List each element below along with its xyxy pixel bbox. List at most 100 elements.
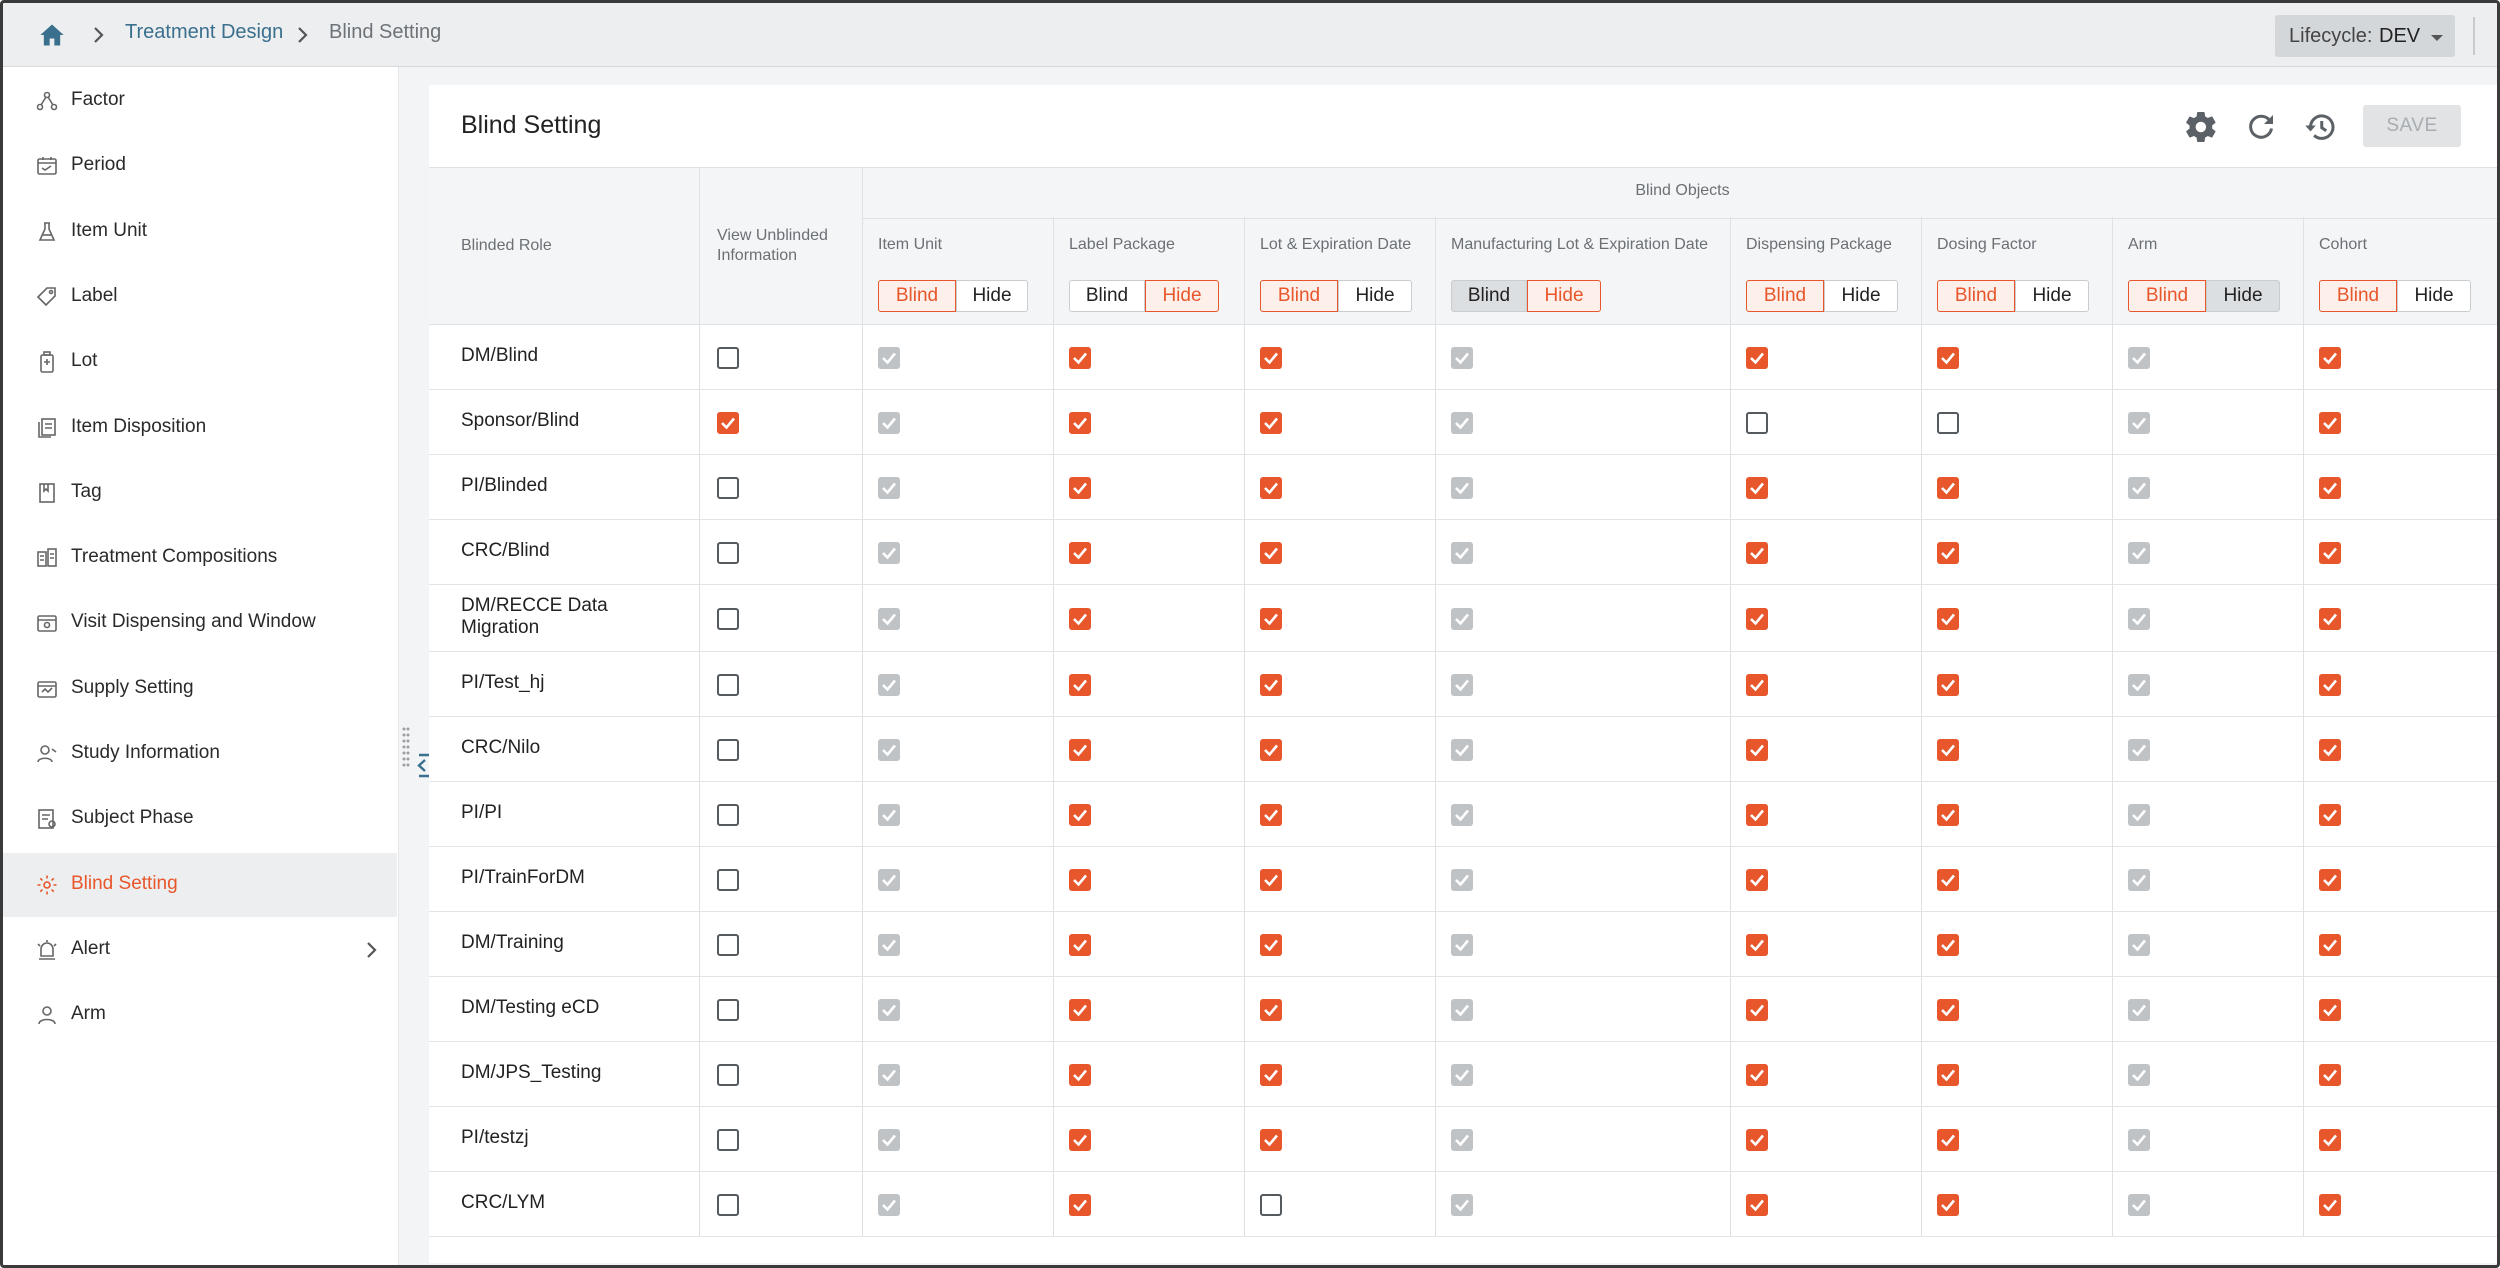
sidebar-item-arm[interactable]: Arm [3, 983, 397, 1047]
checkbox[interactable] [2319, 346, 2341, 369]
checkbox[interactable] [1937, 541, 1959, 564]
checkbox[interactable] [1746, 738, 1768, 761]
checkbox[interactable] [1069, 1063, 1091, 1086]
breadcrumb-treatment-design[interactable]: Treatment Design [125, 21, 283, 44]
checkbox[interactable] [1746, 411, 1768, 434]
checkbox[interactable] [2319, 673, 2341, 696]
checkbox[interactable] [1069, 738, 1091, 761]
checkbox[interactable] [1746, 541, 1768, 564]
refresh-icon[interactable] [2243, 109, 2279, 145]
checkbox[interactable] [1937, 1128, 1959, 1151]
checkbox[interactable] [2319, 476, 2341, 499]
settings-icon[interactable] [2183, 109, 2219, 145]
checkbox[interactable] [1937, 738, 1959, 761]
checkbox[interactable] [1260, 476, 1282, 499]
checkbox[interactable] [717, 1193, 739, 1216]
checkbox[interactable] [1746, 607, 1768, 630]
sidebar-item-alert[interactable]: Alert [3, 918, 397, 982]
checkbox[interactable] [2319, 933, 2341, 956]
blind-toggle-option[interactable]: Blind [2128, 280, 2206, 312]
checkbox[interactable] [1069, 607, 1091, 630]
checkbox[interactable] [1260, 738, 1282, 761]
checkbox[interactable] [717, 803, 739, 826]
sidebar-item-subject-phase[interactable]: Subject Phase [3, 787, 397, 851]
checkbox[interactable] [1746, 868, 1768, 891]
checkbox[interactable] [717, 1063, 739, 1086]
blind-toggle-option[interactable]: Blind [1260, 280, 1338, 312]
checkbox[interactable] [1937, 476, 1959, 499]
sidebar-item-blind-setting[interactable]: Blind Setting [3, 852, 397, 917]
checkbox[interactable] [717, 933, 739, 956]
sidebar-item-label[interactable]: Label [3, 265, 397, 329]
home-icon[interactable] [37, 21, 67, 49]
blind-toggle-option[interactable]: Blind [1937, 280, 2015, 312]
checkbox[interactable] [1937, 998, 1959, 1021]
hide-toggle-option[interactable]: Hide [1824, 280, 1898, 312]
checkbox[interactable] [1746, 476, 1768, 499]
checkbox[interactable] [1069, 541, 1091, 564]
checkbox[interactable] [2319, 868, 2341, 891]
checkbox[interactable] [717, 998, 739, 1021]
checkbox[interactable] [1260, 868, 1282, 891]
checkbox[interactable] [717, 673, 739, 696]
checkbox[interactable] [2319, 411, 2341, 434]
checkbox[interactable] [717, 1128, 739, 1151]
blind-toggle-option[interactable]: Blind [1746, 280, 1824, 312]
sidebar-item-item-disposition[interactable]: Item Disposition [3, 396, 397, 460]
sidebar-item-supply-setting[interactable]: Supply Setting [3, 657, 397, 721]
checkbox[interactable] [2319, 1128, 2341, 1151]
blind-toggle-option[interactable]: Blind [2319, 280, 2397, 312]
hide-toggle-option[interactable]: Hide [1338, 280, 1412, 312]
checkbox[interactable] [1746, 1063, 1768, 1086]
checkbox[interactable] [717, 411, 739, 434]
resize-handle[interactable] [401, 725, 411, 771]
checkbox[interactable] [1937, 1193, 1959, 1216]
checkbox[interactable] [1746, 346, 1768, 369]
checkbox[interactable] [1069, 1128, 1091, 1151]
checkbox[interactable] [1937, 607, 1959, 630]
checkbox[interactable] [1746, 933, 1768, 956]
checkbox[interactable] [2319, 1193, 2341, 1216]
checkbox[interactable] [2319, 803, 2341, 826]
checkbox[interactable] [1937, 411, 1959, 434]
save-button[interactable]: SAVE [2363, 105, 2461, 147]
checkbox[interactable] [717, 607, 739, 630]
checkbox[interactable] [1937, 346, 1959, 369]
checkbox[interactable] [1937, 673, 1959, 696]
checkbox[interactable] [1260, 411, 1282, 434]
history-icon[interactable] [2303, 109, 2339, 145]
sidebar-item-visit-dispensing-and-window[interactable]: Visit Dispensing and Window [3, 591, 397, 655]
sidebar-item-treatment-compositions[interactable]: Treatment Compositions [3, 526, 397, 590]
hide-toggle-option[interactable]: Hide [2015, 280, 2089, 312]
checkbox[interactable] [1746, 673, 1768, 696]
checkbox[interactable] [1260, 1063, 1282, 1086]
checkbox[interactable] [717, 476, 739, 499]
checkbox[interactable] [717, 868, 739, 891]
checkbox[interactable] [1260, 933, 1282, 956]
checkbox[interactable] [1937, 933, 1959, 956]
checkbox[interactable] [1260, 673, 1282, 696]
checkbox[interactable] [1260, 607, 1282, 630]
hide-toggle-option[interactable]: Hide [2206, 280, 2280, 312]
checkbox[interactable] [1746, 1193, 1768, 1216]
sidebar-item-item-unit[interactable]: Item Unit [3, 200, 397, 264]
checkbox[interactable] [1069, 673, 1091, 696]
sidebar-item-tag[interactable]: Tag [3, 461, 397, 525]
checkbox[interactable] [717, 541, 739, 564]
checkbox[interactable] [717, 738, 739, 761]
checkbox[interactable] [2319, 607, 2341, 630]
blind-toggle-option[interactable]: Blind [878, 280, 956, 312]
sidebar-item-study-information[interactable]: Study Information [3, 722, 397, 786]
lifecycle-select[interactable]: Lifecycle: DEV [2275, 15, 2455, 57]
checkbox[interactable] [1746, 998, 1768, 1021]
sidebar-item-factor[interactable]: Factor [3, 69, 397, 133]
checkbox[interactable] [1260, 998, 1282, 1021]
checkbox[interactable] [1260, 1193, 1282, 1216]
checkbox[interactable] [2319, 738, 2341, 761]
checkbox[interactable] [2319, 541, 2341, 564]
checkbox[interactable] [1069, 998, 1091, 1021]
checkbox[interactable] [1260, 803, 1282, 826]
hide-toggle-option[interactable]: Hide [956, 280, 1028, 312]
checkbox[interactable] [1746, 1128, 1768, 1151]
checkbox[interactable] [1069, 476, 1091, 499]
